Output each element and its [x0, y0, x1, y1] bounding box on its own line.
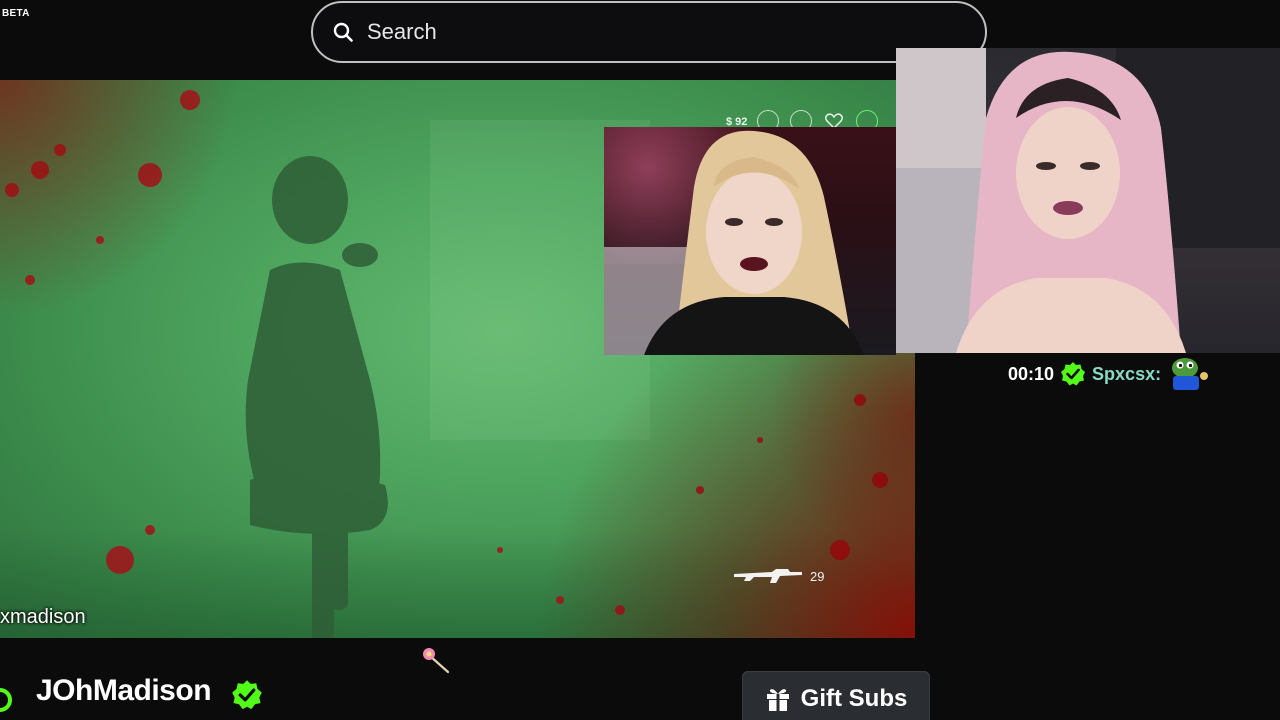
- streamer-watermark: xmadison: [0, 606, 86, 628]
- streamer-portrait: [604, 130, 864, 355]
- gift-icon: [765, 686, 791, 712]
- guest-webcam: [896, 48, 1280, 353]
- channel-name[interactable]: JOhMadison: [36, 674, 212, 708]
- gift-subs-button[interactable]: Gift Subs: [742, 671, 930, 720]
- verified-badge-icon: [1060, 361, 1086, 387]
- channel-verified-icon: [231, 679, 263, 711]
- live-avatar-ring[interactable]: [0, 688, 12, 712]
- ammo-count: 29: [810, 569, 825, 584]
- rifle-icon: [734, 569, 802, 583]
- search-icon: [333, 22, 353, 42]
- search-bar[interactable]: [311, 1, 987, 63]
- chat-message: 00:10 Spxcsx:: [1008, 356, 1211, 392]
- beta-badge: BETA: [2, 8, 30, 19]
- chat-timestamp: 00:10: [1008, 363, 1055, 384]
- stream-page: BETA Search $ 92 29 xmadison 00:10 Spxcs…: [0, 0, 1280, 720]
- pepe-emote-icon: [1167, 356, 1211, 392]
- search-input[interactable]: [365, 18, 929, 46]
- streamer-webcam: [604, 127, 896, 355]
- magic-wand-icon: [418, 644, 452, 678]
- guest-portrait: [896, 48, 1280, 353]
- chat-username[interactable]: Spxcsx:: [1092, 364, 1161, 385]
- gift-subs-label: Gift Subs: [800, 685, 908, 712]
